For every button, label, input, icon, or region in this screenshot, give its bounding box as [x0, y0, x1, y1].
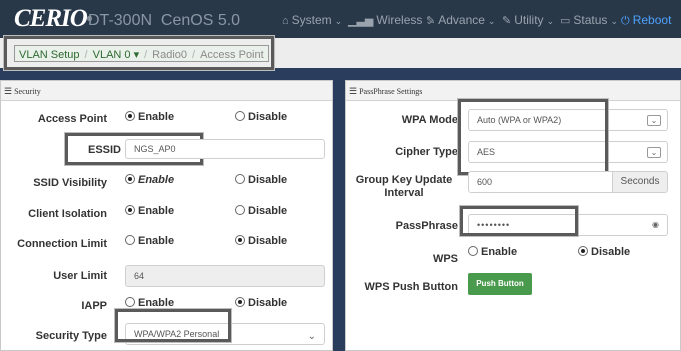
connection-limit-enable-radio[interactable]: Enable [125, 235, 174, 247]
chevron-down-icon: ⌄ [546, 16, 555, 26]
nav-wireless[interactable]: ▁▃▅ Wireless ⌄ [348, 13, 433, 27]
group-key-label: Group Key Update Interval [355, 174, 453, 199]
passphrase-label: PassPhrase [395, 220, 458, 232]
breadcrumb-vlan-setup[interactable]: VLAN Setup [19, 49, 80, 61]
passphrase-panel: ☰ PassPhrase Settings WPA Mode Auto (WPA … [345, 80, 681, 254]
security-panel: ☰ Security Access Point Enable Disable ES… [0, 80, 333, 351]
chevron-down-icon: ⌄ [307, 331, 316, 342]
monitor-icon: ▭ [560, 15, 571, 27]
user-limit-input[interactable]: 64 [125, 265, 325, 287]
wps-push-button[interactable]: Push Button [468, 273, 532, 295]
wps-label: WPS [432, 253, 458, 265]
client-isolation-enable-radio[interactable]: Enable [125, 205, 174, 217]
chevron-down-icon: ⌄ [647, 147, 661, 158]
security-type-highlight [114, 308, 232, 343]
essid-label: ESSID [87, 144, 121, 156]
cipher-type-label: Cipher Type [395, 146, 458, 158]
connection-limit-disable-radio[interactable]: Disable [235, 235, 287, 247]
wps-push-button-label: WPS Push Button [364, 281, 459, 293]
eye-icon[interactable]: ◉ [652, 215, 659, 235]
wps-disable-radio[interactable]: Disable [578, 246, 630, 258]
ssid-visibility-label: SSID Visibility [33, 177, 107, 189]
passphrase-panel-header: ☰ PassPhrase Settings [346, 81, 680, 101]
nav-reboot[interactable]: ⏻ Reboot [621, 13, 671, 28]
power-icon: ⏻ [621, 15, 630, 27]
iapp-enable-radio[interactable]: Enable [125, 297, 174, 309]
nav-advance[interactable]: ✎ Advance ⌄ [426, 13, 495, 27]
group-key-interval-input[interactable]: 600 [468, 171, 613, 193]
wrench-icon: ✎ [502, 15, 512, 27]
home-icon: ⌂ [282, 15, 289, 27]
nav-status[interactable]: ▭ Status ⌄ [560, 13, 618, 27]
wps-enable-radio[interactable]: Enable [468, 246, 517, 258]
security-type-label: Security Type [35, 330, 107, 342]
nav-utility[interactable]: ✎ Utility ⌄ [502, 13, 554, 27]
chevron-down-icon: ⌄ [334, 16, 343, 26]
cerio-logo: CERIO® [14, 5, 92, 32]
chevron-down-icon: ⌄ [610, 16, 618, 26]
client-isolation-disable-radio[interactable]: Disable [235, 205, 287, 217]
breadcrumb-radio0[interactable]: Radio0 [152, 49, 187, 61]
wps-section: WPS Enable Disable WPS Push Button Push … [345, 246, 681, 351]
security-panel-header: ☰ Security [1, 81, 332, 101]
breadcrumb: VLAN Setup / VLAN 0 ▾ / Radio0/Access Point [14, 45, 269, 62]
wpa-cipher-highlight [457, 98, 609, 176]
breadcrumb-vlan-0[interactable]: VLAN 0 ▾ [93, 49, 140, 61]
ssid-visibility-disable-radio[interactable]: Disable [235, 174, 287, 186]
connection-limit-label: Connection Limit [17, 238, 107, 250]
chevron-down-icon: ⌄ [487, 16, 496, 26]
breadcrumb-access-point: Access Point [200, 49, 264, 61]
nav-system[interactable]: ⌂ System ⌄ [282, 13, 342, 27]
iapp-disable-radio[interactable]: Disable [235, 297, 287, 309]
user-limit-label: User Limit [53, 270, 107, 282]
access-point-enable-radio[interactable]: Enable [125, 111, 174, 123]
wpa-mode-label: WPA Mode [401, 114, 458, 126]
access-point-label: Access Point [37, 113, 107, 125]
passphrase-highlight [459, 205, 579, 237]
seconds-addon: Seconds [612, 171, 668, 193]
ssid-visibility-enable-radio[interactable]: Enable [125, 174, 174, 186]
essid-input[interactable]: NGS_AP0 [125, 139, 325, 159]
signal-icon: ▁▃▅ [348, 15, 374, 27]
list-icon: ☰ [349, 86, 358, 96]
chevron-down-icon: ⌄ [647, 115, 661, 126]
client-isolation-label: Client Isolation [28, 208, 107, 220]
device-model: DT-300N CenOS 5.0 [88, 12, 241, 29]
breadcrumb-bar: VLAN Setup / VLAN 0 ▾ / Radio0/Access Point [0, 35, 681, 71]
access-point-disable-radio[interactable]: Disable [235, 111, 287, 123]
list-icon: ☰ [4, 86, 13, 96]
top-navbar: CERIO® DT-300N CenOS 5.0 ⌂ System ⌄ ▁▃▅ Wir… [0, 0, 681, 38]
wrench-icon: ✎ [426, 15, 436, 27]
iapp-label: IAPP [81, 300, 107, 312]
